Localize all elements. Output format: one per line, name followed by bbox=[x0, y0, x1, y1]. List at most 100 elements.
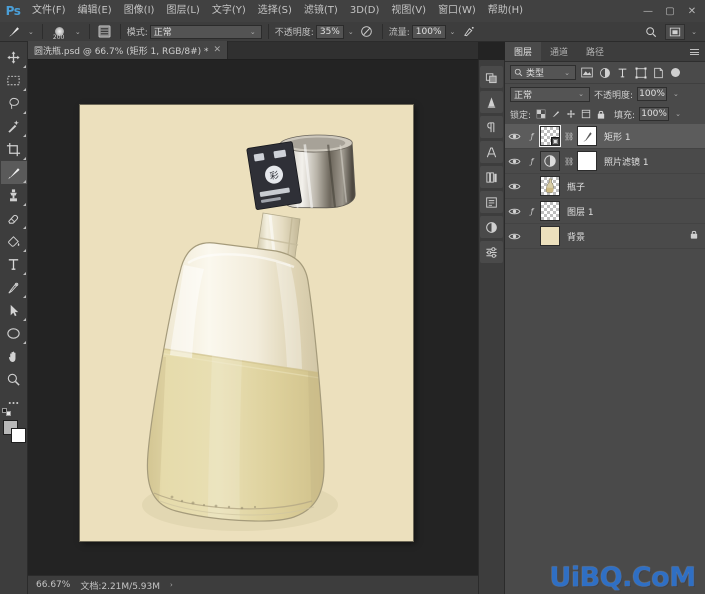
layer-mask-thumbnail[interactable] bbox=[577, 126, 597, 146]
menu-layer[interactable]: 图层(L) bbox=[160, 0, 205, 22]
type-tool[interactable] bbox=[1, 253, 27, 276]
filter-toggle[interactable] bbox=[671, 68, 680, 77]
tab-paths[interactable]: 路径 bbox=[577, 42, 613, 61]
eye-icon[interactable] bbox=[505, 132, 524, 141]
canvas-stage[interactable]: 彩 bbox=[28, 60, 478, 575]
flow-caret[interactable]: ⌄ bbox=[448, 28, 458, 36]
adjustments-panel-icon[interactable] bbox=[480, 241, 503, 263]
brush-tool-icon[interactable] bbox=[4, 24, 24, 40]
close-icon[interactable]: ✕ bbox=[214, 45, 222, 55]
zoom-level[interactable]: 66.67% bbox=[36, 580, 70, 590]
maximize-button[interactable]: ▢ bbox=[659, 0, 681, 22]
pen-tool[interactable] bbox=[1, 276, 27, 299]
workspace-switcher-icon[interactable] bbox=[665, 23, 686, 40]
table-row[interactable]: ƒ ⛓ 照片滤镜 1 bbox=[505, 149, 705, 174]
search-icon[interactable] bbox=[641, 24, 661, 40]
opacity-caret[interactable]: ⌄ bbox=[346, 28, 356, 36]
eye-icon[interactable] bbox=[505, 182, 524, 191]
link-icon[interactable]: ƒ bbox=[528, 157, 536, 166]
lock-image-icon[interactable] bbox=[550, 108, 561, 121]
layer-mask-thumbnail[interactable] bbox=[577, 151, 597, 171]
layer-opacity-caret[interactable]: ⌄ bbox=[671, 90, 681, 98]
blend-mode-select[interactable]: 正常 ⌄ bbox=[149, 24, 262, 39]
properties-icon[interactable] bbox=[480, 216, 503, 238]
zoom-tool[interactable] bbox=[1, 368, 27, 391]
paint-bucket-tool[interactable] bbox=[1, 230, 27, 253]
brush-size-preview[interactable]: 200 bbox=[49, 24, 71, 41]
opacity-input[interactable]: 35% bbox=[315, 24, 344, 39]
path-selection-tool[interactable] bbox=[1, 299, 27, 322]
move-tool[interactable] bbox=[1, 46, 27, 69]
lasso-tool[interactable] bbox=[1, 92, 27, 115]
layer-name[interactable]: 照片滤镜 1 bbox=[604, 155, 649, 168]
table-row[interactable]: 背景 bbox=[505, 224, 705, 249]
layer-filter-type-select[interactable]: 类型 ⌄ bbox=[510, 65, 576, 80]
default-colors-icon[interactable] bbox=[1, 408, 14, 416]
eye-icon[interactable] bbox=[505, 157, 524, 166]
history-icon[interactable] bbox=[480, 191, 503, 213]
artboard[interactable]: 彩 bbox=[80, 105, 413, 541]
table-row[interactable]: ƒ 图层 1 bbox=[505, 199, 705, 224]
color-swatches[interactable] bbox=[1, 408, 27, 446]
lock-all-icon[interactable] bbox=[595, 108, 606, 121]
menu-select[interactable]: 选择(S) bbox=[252, 0, 298, 22]
flow-input[interactable]: 100% bbox=[411, 24, 446, 39]
menu-type[interactable]: 文字(Y) bbox=[206, 0, 252, 22]
layer-thumbnail[interactable] bbox=[540, 226, 560, 246]
pixel-filter-icon[interactable] bbox=[579, 65, 594, 80]
brush-tool[interactable] bbox=[0, 161, 27, 184]
background-color-swatch[interactable] bbox=[10, 428, 26, 443]
type-filter-icon[interactable] bbox=[615, 65, 630, 80]
panel-menu-icon[interactable] bbox=[690, 47, 700, 57]
paragraph-styles-icon[interactable] bbox=[480, 116, 503, 138]
layer-name[interactable]: 图层 1 bbox=[567, 205, 594, 218]
layer-name[interactable]: 背景 bbox=[567, 230, 585, 243]
layer-name[interactable]: 矩形 1 bbox=[604, 130, 631, 143]
table-row[interactable]: ƒ ▣ ⛓ 矩形 1 bbox=[505, 124, 705, 149]
menu-help[interactable]: 帮助(H) bbox=[482, 0, 529, 22]
pressure-opacity-icon[interactable] bbox=[358, 24, 376, 40]
menu-file[interactable]: 文件(F) bbox=[26, 0, 72, 22]
layer-thumbnail[interactable] bbox=[540, 201, 560, 221]
adjustments-icon[interactable] bbox=[480, 91, 503, 113]
menu-window[interactable]: 窗口(W) bbox=[432, 0, 482, 22]
minimize-button[interactable]: — bbox=[637, 0, 659, 22]
lock-transparent-icon[interactable] bbox=[535, 108, 546, 121]
magic-wand-tool[interactable] bbox=[1, 115, 27, 138]
link-icon[interactable]: ƒ bbox=[528, 132, 536, 141]
close-button[interactable]: ✕ bbox=[681, 0, 703, 22]
brush-preset-caret[interactable]: ⌄ bbox=[26, 28, 36, 36]
brush-settings-panel-icon[interactable] bbox=[96, 24, 114, 40]
layer-thumbnail[interactable] bbox=[540, 176, 560, 196]
tab-channels[interactable]: 通道 bbox=[541, 42, 577, 61]
ellipse-tool[interactable] bbox=[1, 322, 27, 345]
lock-artboard-icon[interactable] bbox=[580, 108, 591, 121]
workspace-caret[interactable]: ⌄ bbox=[689, 28, 699, 36]
airbrush-icon[interactable] bbox=[459, 24, 477, 40]
crop-tool[interactable] bbox=[1, 138, 27, 161]
layer-fill-input[interactable]: 100% bbox=[639, 107, 670, 121]
adjustment-filter-icon[interactable] bbox=[597, 65, 612, 80]
brush-panel-caret[interactable]: ⌄ bbox=[73, 28, 83, 36]
layer-blend-mode-select[interactable]: 正常 ⌄ bbox=[510, 86, 590, 102]
smartobject-filter-icon[interactable] bbox=[651, 65, 666, 80]
table-row[interactable]: 瓶子 bbox=[505, 174, 705, 199]
color-swatches-icon[interactable] bbox=[480, 66, 503, 88]
menu-3d[interactable]: 3D(D) bbox=[344, 0, 386, 22]
menu-filter[interactable]: 滤镜(T) bbox=[298, 0, 344, 22]
status-expand-caret[interactable]: › bbox=[170, 581, 173, 589]
lock-position-icon[interactable] bbox=[565, 108, 576, 121]
menu-image[interactable]: 图像(I) bbox=[118, 0, 161, 22]
link-icon[interactable]: ƒ bbox=[528, 207, 536, 216]
shape-filter-icon[interactable] bbox=[633, 65, 648, 80]
layer-thumbnail[interactable]: ▣ bbox=[539, 125, 561, 147]
clone-stamp-tool[interactable] bbox=[1, 184, 27, 207]
eye-icon[interactable] bbox=[505, 207, 524, 216]
menu-edit[interactable]: 编辑(E) bbox=[72, 0, 118, 22]
mask-link-icon[interactable]: ⛓ bbox=[564, 132, 574, 141]
marquee-tool[interactable] bbox=[1, 69, 27, 92]
layer-name[interactable]: 瓶子 bbox=[567, 180, 585, 193]
layer-opacity-input[interactable]: 100% bbox=[637, 87, 668, 101]
menu-view[interactable]: 视图(V) bbox=[385, 0, 432, 22]
tab-layers[interactable]: 图层 bbox=[505, 42, 542, 61]
